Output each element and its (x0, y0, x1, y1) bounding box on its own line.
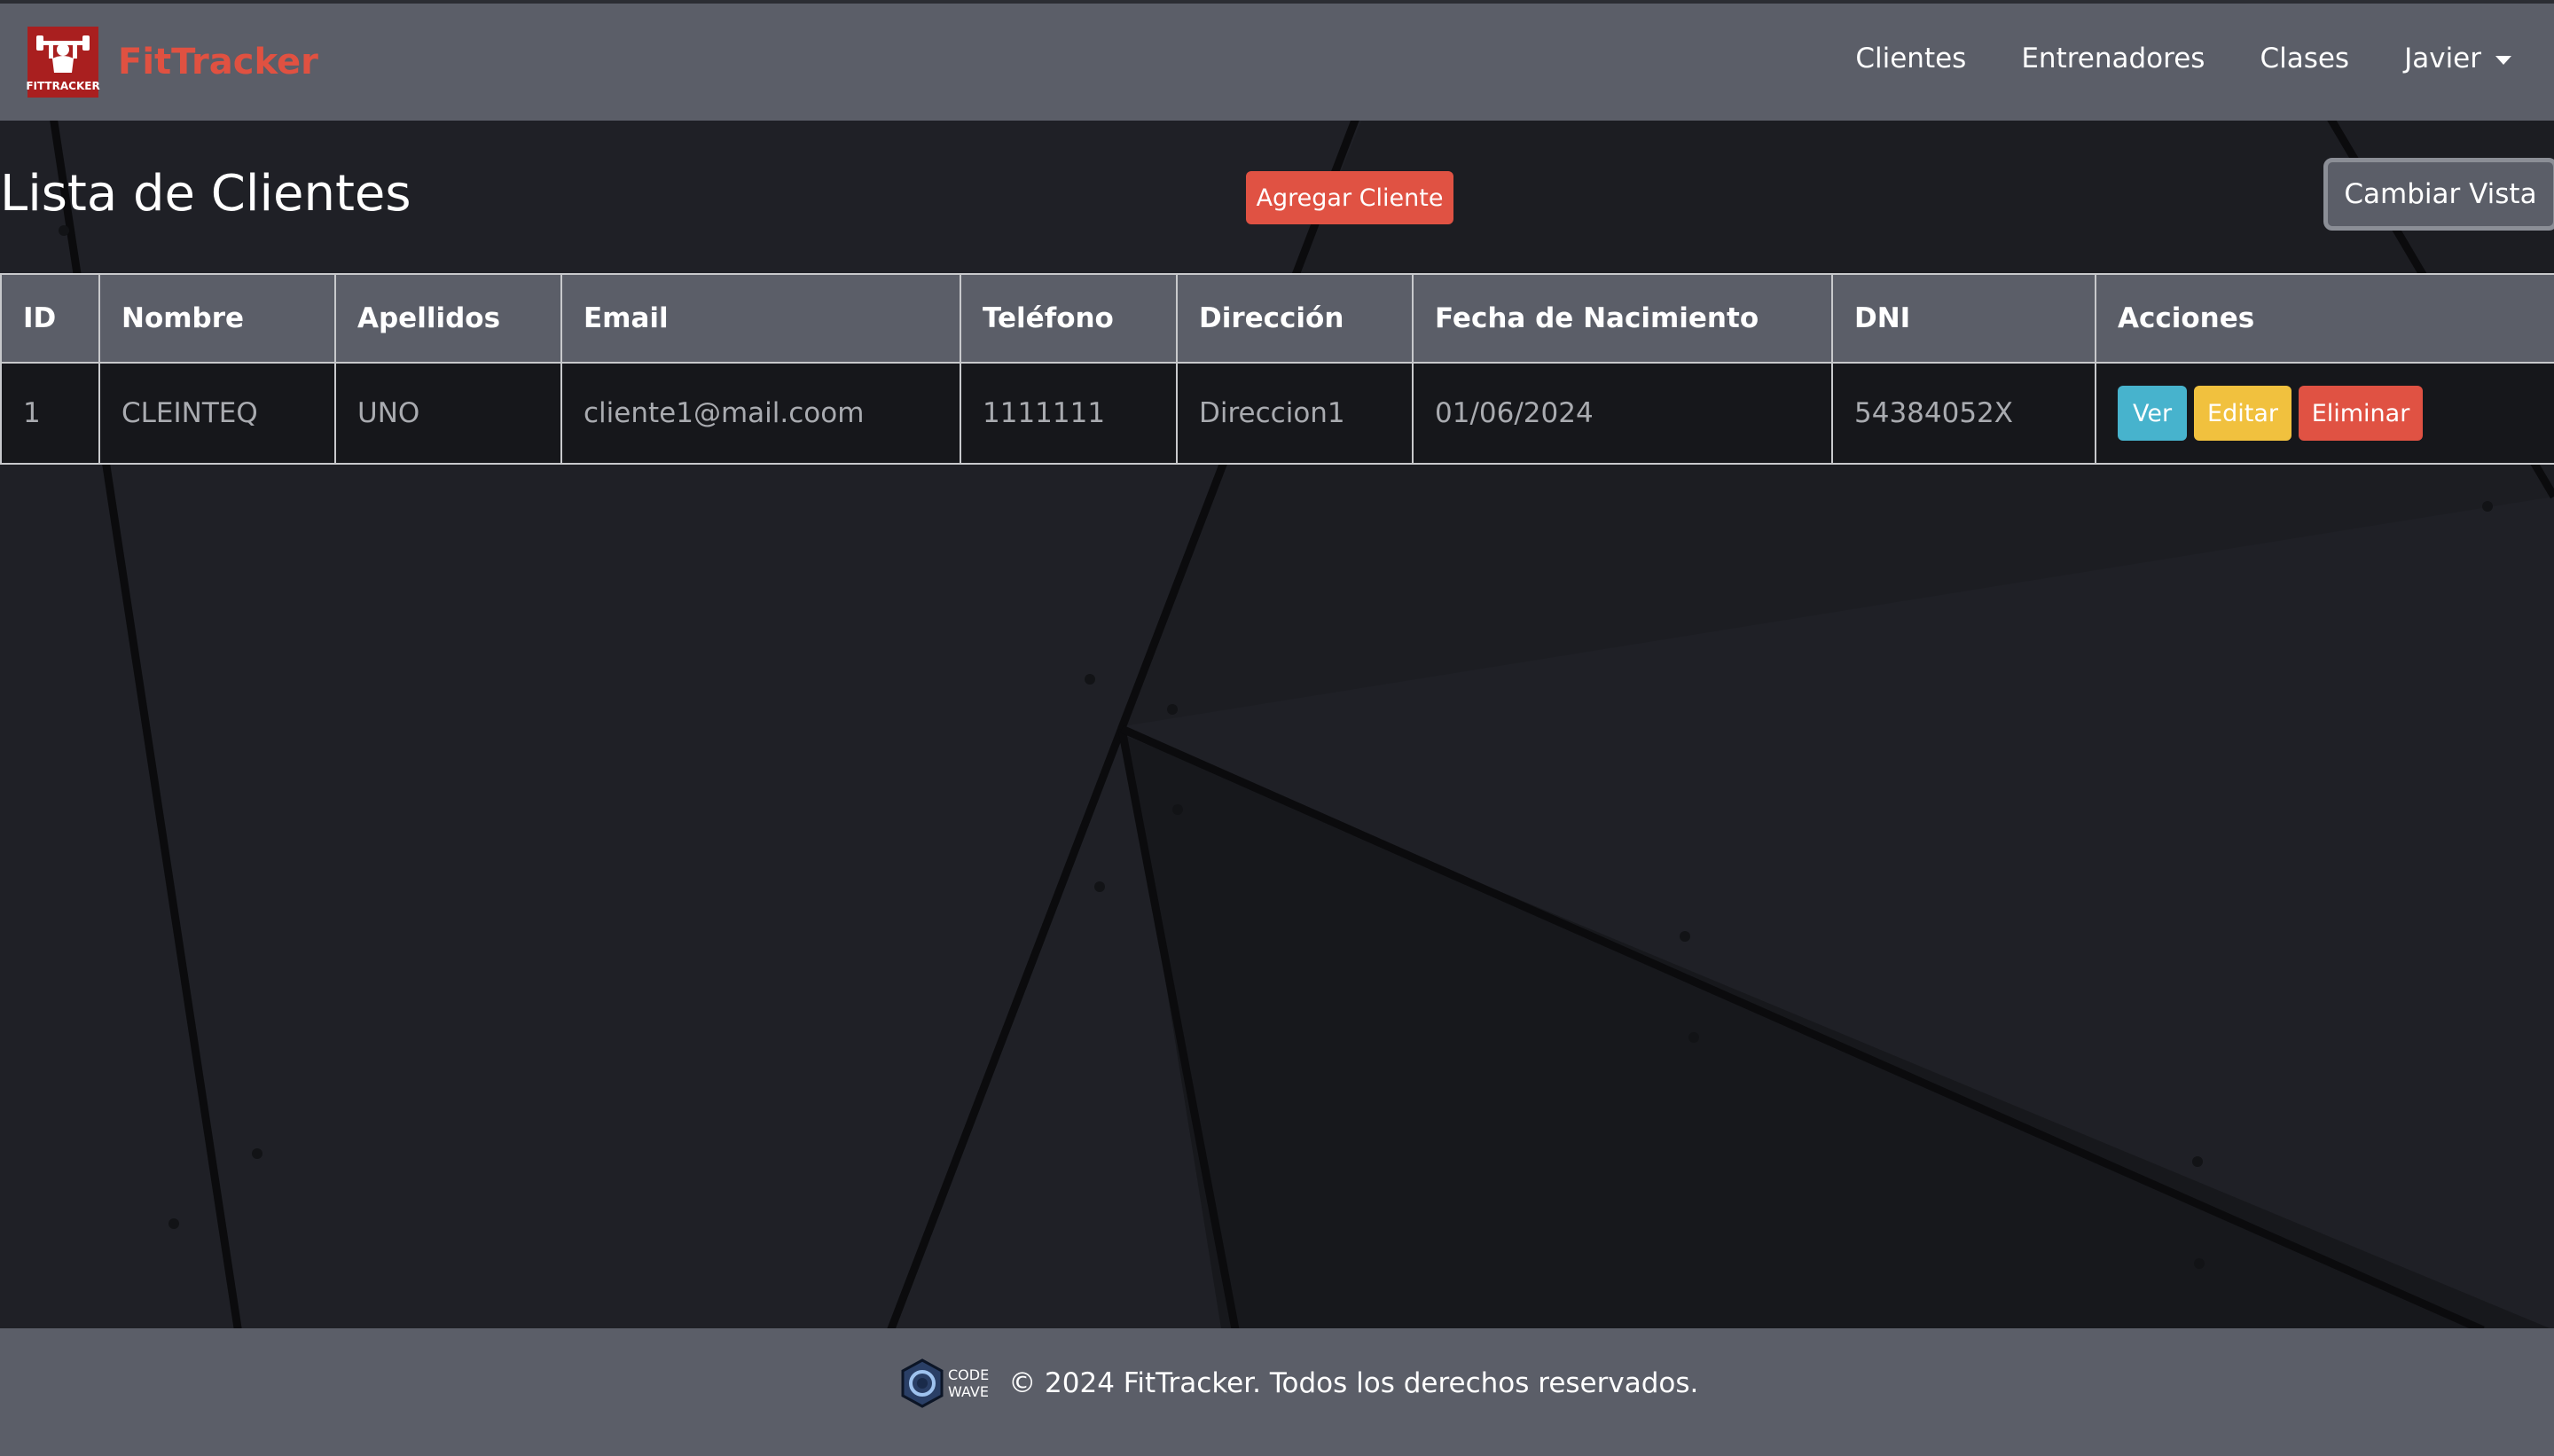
change-view-button[interactable]: Cambiar Vista (2323, 158, 2554, 231)
copyright-text: © 2024 FitTracker. Todos los derechos re… (1008, 1367, 1699, 1399)
header-apellidos[interactable]: Apellidos (334, 273, 562, 364)
header-id[interactable]: ID (0, 273, 100, 364)
view-button[interactable]: Ver (2118, 386, 2187, 441)
cell-direccion: Direccion1 (1176, 362, 1414, 465)
footer: CODE WAVE © 2024 FitTracker. Todos los d… (0, 1328, 2554, 1456)
top-border (0, 0, 2554, 4)
clients-table: ID Nombre Apellidos Email Teléfono Direc… (0, 273, 2554, 465)
cell-nombre: CLEINTEQ (98, 362, 336, 465)
footer-content: CODE WAVE © 2024 FitTracker. Todos los d… (900, 1358, 1698, 1408)
codewave-logo: CODE WAVE (900, 1358, 989, 1408)
logo-text: FITTRACKER (26, 80, 100, 92)
cell-apellidos: UNO (334, 362, 562, 465)
caret-down-icon (2495, 55, 2511, 65)
brand[interactable]: FITTRACKER FitTracker (26, 27, 318, 98)
row-actions: Ver Editar Eliminar (2118, 386, 2533, 441)
user-name: Javier (2404, 43, 2481, 74)
header-nombre[interactable]: Nombre (98, 273, 336, 364)
user-dropdown[interactable]: Javier (2404, 43, 2511, 74)
cell-fecha-nacimiento: 01/06/2024 (1412, 362, 1833, 465)
codewave-hexagon-icon (901, 1358, 944, 1408)
navbar: FITTRACKER FitTracker Clientes Entrenado… (0, 4, 2554, 121)
codewave-line1: CODE (948, 1366, 990, 1383)
cell-dni: 54384052X (1831, 362, 2096, 465)
header-acciones: Acciones (2095, 273, 2554, 364)
header-direccion[interactable]: Dirección (1176, 273, 1414, 364)
codewave-line2: WAVE (948, 1383, 989, 1400)
table-header-row: ID Nombre Apellidos Email Teléfono Direc… (0, 273, 2554, 364)
delete-button[interactable]: Eliminar (2299, 386, 2423, 441)
header-dni[interactable]: DNI (1831, 273, 2096, 364)
nav-links: Clientes Entrenadores Clases Javier (1800, 43, 2511, 74)
header-fecha-nacimiento[interactable]: Fecha de Nacimiento (1412, 273, 1833, 364)
header-email[interactable]: Email (560, 273, 961, 364)
table-row: 1 CLEINTEQ UNO cliente1@mail.coom 111111… (0, 362, 2554, 465)
nav-link-entrenadores[interactable]: Entrenadores (2021, 43, 2205, 74)
brand-name[interactable]: FitTracker (118, 42, 318, 82)
edit-button[interactable]: Editar (2194, 386, 2292, 441)
fittracker-logo: FITTRACKER (26, 27, 100, 98)
cell-id: 1 (0, 362, 100, 465)
add-client-button[interactable]: Agregar Cliente (1246, 171, 1453, 224)
header-telefono[interactable]: Teléfono (960, 273, 1178, 364)
cell-email: cliente1@mail.coom (560, 362, 961, 465)
page-title: Lista de Clientes (0, 165, 411, 223)
weightlifter-icon (36, 35, 90, 73)
nav-link-clases[interactable]: Clases (2260, 43, 2349, 74)
nav-link-clientes[interactable]: Clientes (1855, 43, 1966, 74)
cell-actions: Ver Editar Eliminar (2095, 362, 2554, 465)
cell-telefono: 1111111 (960, 362, 1178, 465)
